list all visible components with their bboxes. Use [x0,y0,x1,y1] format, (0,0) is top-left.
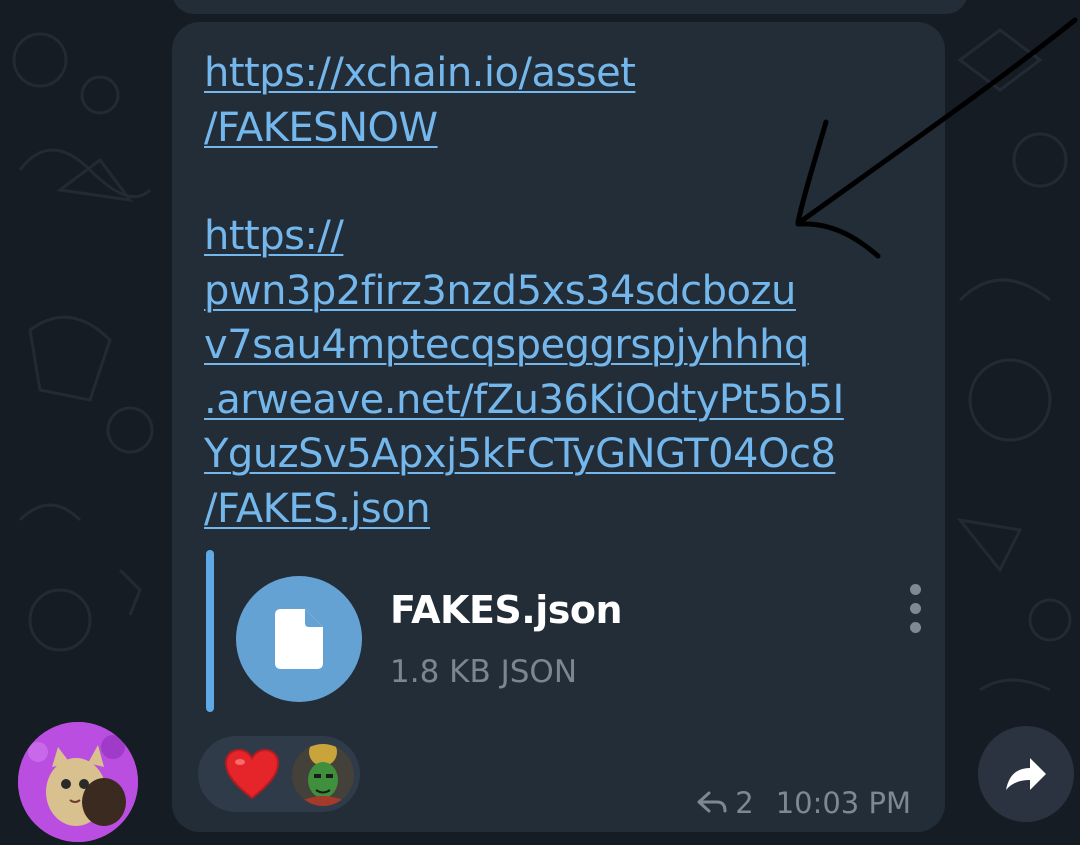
file-attachment[interactable]: FAKES.json 1.8 KB JSON [206,550,916,716]
arweave-link-line-2[interactable]: pwn3p2firz3nzd5xs34sdcbozu [204,264,924,319]
message-meta: 2 10:03 PM [697,786,911,820]
arweave-link-line-1[interactable]: https:// [204,209,924,264]
xchain-link-line-1[interactable]: https://xchain.io/asset [204,46,924,101]
file-size-type: 1.8 KB JSON [390,654,578,690]
message-time: 10:03 PM [775,786,911,820]
share-arrow-icon [1006,758,1046,790]
share-button[interactable] [978,726,1074,822]
file-icon [275,609,323,669]
file-download-button[interactable] [236,576,362,702]
message-text: https://xchain.io/asset /FAKESNOW https:… [204,46,924,536]
reactions-bar[interactable] [198,736,360,812]
message-bubble[interactable]: https://xchain.io/asset /FAKESNOW https:… [172,22,945,832]
file-name: FAKES.json [390,588,623,632]
cat-avatar[interactable] [18,722,138,842]
arweave-link-line-4[interactable]: .arweave.net/fZu36KiOdtyPt5b5I [204,373,924,428]
reply-count[interactable]: 2 [735,786,753,820]
user-reaction-avatar[interactable] [292,744,354,806]
reply-arrow-icon[interactable] [697,791,727,815]
arweave-link-line-5[interactable]: YguzSv5Apxj5kFCTyGNGT04Oc8 [204,427,924,482]
arweave-link-line-6[interactable]: /FAKES.json [204,482,924,537]
arweave-link-line-3[interactable]: v7sau4mptecqspeggrspjyhhhq [204,318,924,373]
previous-message-bubble [172,0,968,14]
xchain-link-line-2[interactable]: /FAKESNOW [204,101,924,156]
file-more-options-icon[interactable] [900,578,930,634]
attachment-accent-bar [206,550,214,712]
red-heart-emoji[interactable] [224,748,280,800]
